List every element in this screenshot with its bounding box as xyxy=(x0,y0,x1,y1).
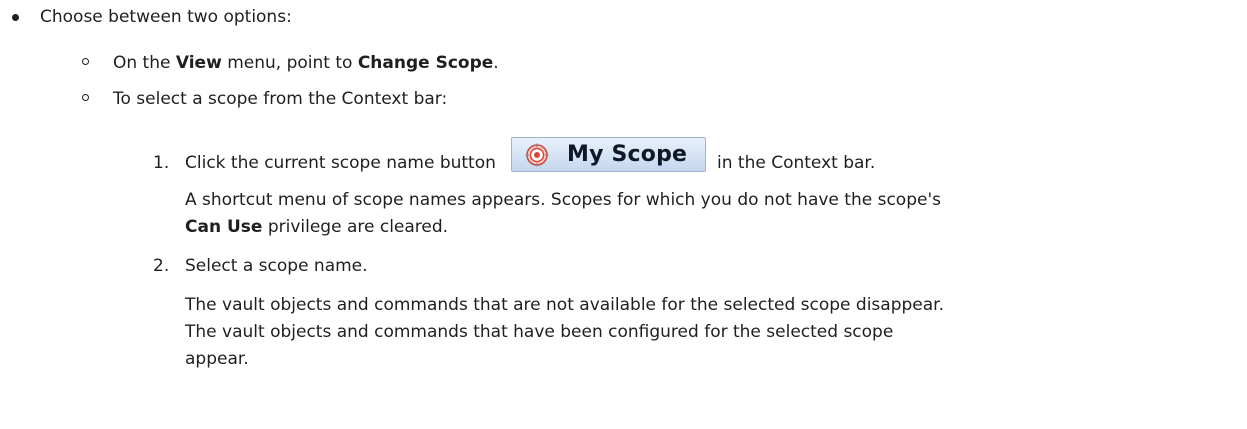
option-view-mid: menu, point to xyxy=(221,53,358,73)
list-bullet-circle xyxy=(82,58,89,65)
step1-note-line1: A shortcut menu of scope names appears. … xyxy=(185,190,941,210)
can-use-privilege: Can Use xyxy=(185,217,263,237)
scope-target-icon xyxy=(525,143,549,166)
step1-number: 1. xyxy=(153,153,170,173)
option-view-pre: On the xyxy=(113,53,176,73)
step2-number: 2. xyxy=(153,256,170,276)
list-bullet-circle xyxy=(82,94,89,101)
view-menu-name: View xyxy=(175,53,222,73)
option-view-post: . xyxy=(493,53,499,73)
change-scope-item: Change Scope xyxy=(357,53,494,73)
step2-text: Select a scope name. xyxy=(185,256,368,276)
current-scope-label: My Scope xyxy=(567,142,688,167)
option-view-menu: On the View menu, point to Change Scope. xyxy=(113,50,499,77)
step1-text-post: in the Context bar. xyxy=(717,153,876,173)
step2-result-line3: appear. xyxy=(185,349,249,369)
step1-note-line2: Can Use privilege are cleared. xyxy=(185,214,448,241)
current-scope-button[interactable]: My Scope xyxy=(511,137,706,172)
step2-result-line2: The vault objects and commands that have… xyxy=(185,322,894,342)
option-context-bar: To select a scope from the Context bar: xyxy=(113,89,448,109)
list-bullet-disc xyxy=(12,14,19,21)
step1-text-pre: Click the current scope name button xyxy=(185,153,496,173)
step1-note-line2-post: privilege are cleared. xyxy=(262,217,449,237)
step2-result-line1: The vault objects and commands that are … xyxy=(185,295,944,315)
step-intro: Choose between two options: xyxy=(40,7,292,27)
